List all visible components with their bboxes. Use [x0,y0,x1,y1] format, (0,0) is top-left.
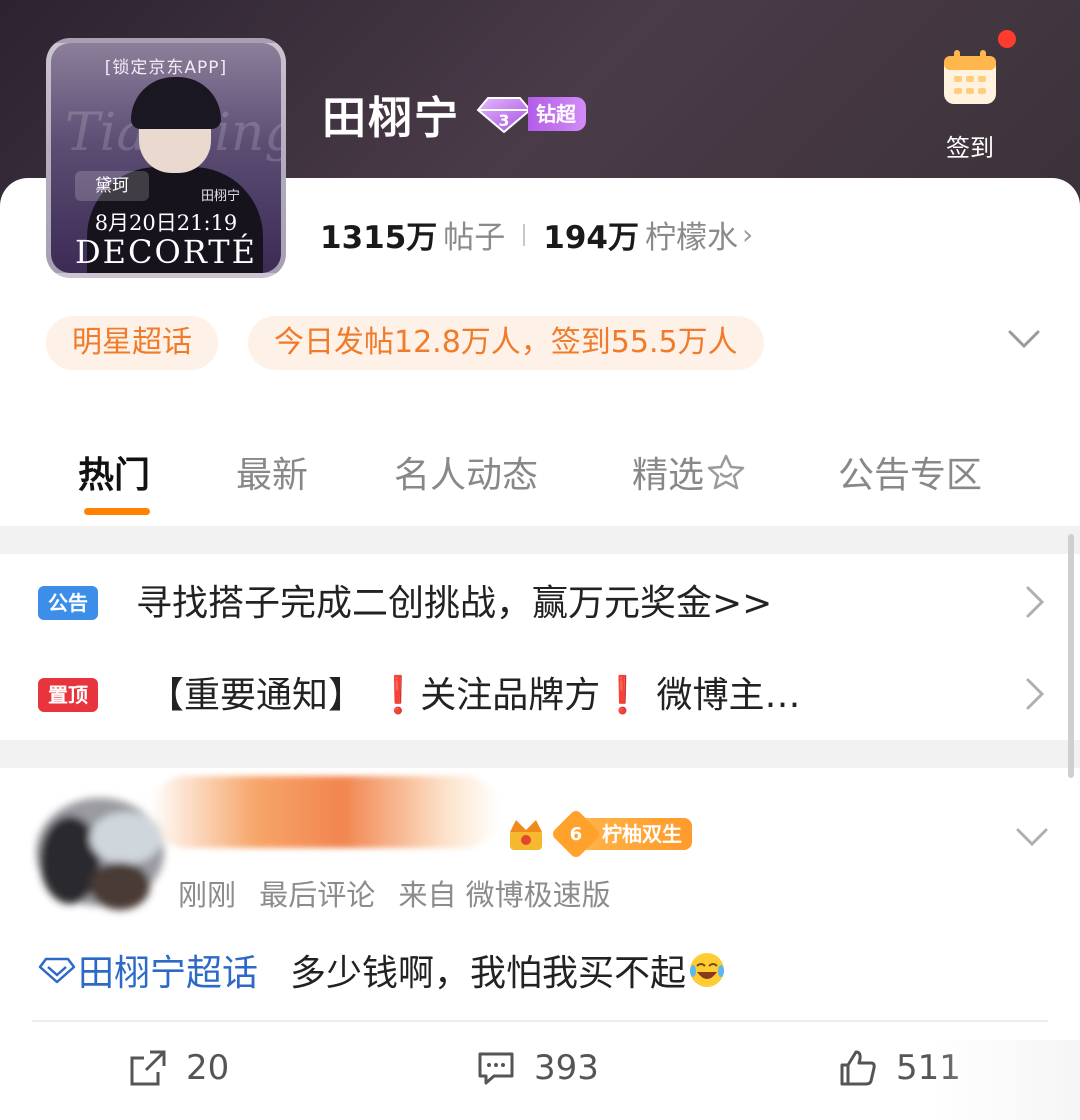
diamond-icon: 3 [476,97,532,134]
sparkle-star-icon [707,454,745,490]
forum-avatar[interactable]: Tianning [锁定京东APP] 黛珂 田栩宁 8月20日21:19 DEC… [46,38,286,278]
crown-badge-icon [510,820,542,850]
calendar-icon [944,50,996,104]
repost-button[interactable]: 20 [128,1048,229,1088]
fan-badge-name: 柠柚双生 [586,818,692,850]
forum-info-pills: 明星超话 今日发帖12.8万人，签到55.5万人 [46,316,794,370]
forum-title: 田栩宁 [322,93,460,144]
laugh-cry-emoji-icon [690,953,725,987]
feed-tabs: 热门 最新 名人动态 精选 公告专区 [0,430,1080,520]
section-divider [0,740,1080,768]
tab-latest[interactable]: 最新 [236,446,308,498]
supertopic-diamond-icon [38,957,76,984]
notice-text: 寻找搭子完成二创挑战，赢万元奖金>> [136,583,773,624]
tab-celebrity-updates[interactable]: 名人动态 [394,446,538,498]
notice-tag: 公告 [38,586,98,620]
comment-button[interactable]: 393 [476,1048,599,1088]
comment-icon [478,1052,514,1085]
notification-dot [998,30,1016,48]
bottom-fade [930,1040,1080,1120]
chevron-down-icon[interactable] [1012,820,1052,856]
svg-text:3: 3 [498,111,509,130]
post-content: 多少钱啊，我怕我买不起 [290,953,687,994]
tab-label: 名人动态 [394,455,539,496]
chevron-right-icon [1026,678,1045,710]
active-tab-indicator [84,508,150,515]
post-body: 田栩宁超话 多少钱啊，我怕我买不起 [38,944,726,996]
post-meta: 刚刚 最后评论 来自 微博极速版 [178,872,625,914]
tab-label: 热门 [78,455,151,496]
activity-pill: 今日发帖12.8万人，签到55.5万人 [248,316,764,370]
post-actions: 20 393 511 [0,1048,1080,1104]
chevron-down-icon[interactable] [1004,322,1044,358]
repost-count: 20 [186,1048,230,1088]
avatar-name-tag: 田栩宁 [201,189,241,204]
fan-level-diamond: 6 [550,808,602,860]
section-divider [0,526,1080,554]
forum-level-label: 钻超 [528,97,586,131]
avatar-brand-tag: 黛珂 [75,171,149,201]
notice-tag: 置顶 [38,678,98,712]
username-obscured[interactable] [150,776,500,848]
comment-count: 393 [534,1048,599,1088]
notice-text: 【重要通知】 ❗关注品牌方❗ 微博主… [148,675,801,716]
chevron-right-icon: › [742,218,754,251]
tab-announcements[interactable]: 公告专区 [838,446,982,498]
category-pill[interactable]: 明星超话 [46,316,218,370]
fans-label: 柠檬水 [645,220,738,256]
checkin-label: 签到 [946,134,994,162]
fan-level-number: 6 [569,823,583,845]
tab-featured[interactable]: 精选 [632,446,746,498]
fans-count: 194万 [543,220,639,256]
avatar-brand-logo: DECORTÉ [75,233,257,271]
stats-divider [523,223,526,246]
notice-announcement[interactable]: 公告 寻找搭子完成二创挑战，赢万元奖金>> [0,554,1080,644]
forum-level-badge[interactable]: 3 钻超 [476,94,586,134]
checkin-button[interactable]: 签到 [920,30,1020,163]
posts-count: 1315万 [320,220,438,256]
post-last-comment: 最后评论 [259,878,376,912]
chevron-right-icon [1026,586,1045,618]
forum-stats[interactable]: 1315万 帖子 194万 柠檬水 › [320,212,753,257]
supertopic-link[interactable]: 田栩宁超话 [78,944,258,996]
tab-label: 精选 [632,455,705,496]
notice-pinned[interactable]: 置顶 【重要通知】 ❗关注品牌方❗ 微博主… [0,646,1080,736]
scrollbar[interactable] [1068,534,1074,778]
avatar-portrait-hair [131,77,221,129]
tab-label: 公告专区 [838,455,983,496]
forum-title-row: 田栩宁 3 钻超 [322,82,586,146]
post-divider [32,1020,1048,1022]
fan-level-badge[interactable]: 6 柠柚双生 [550,808,692,860]
avatar-lock-tag: [锁定京东APP] [104,58,228,78]
post-source: 来自 微博极速版 [398,878,611,912]
tab-hot[interactable]: 热门 [78,446,150,498]
tab-label: 最新 [236,455,309,496]
thumbs-up-icon [840,1050,876,1086]
posts-label: 帖子 [443,220,506,256]
post-time: 刚刚 [178,878,237,912]
repost-icon [130,1050,166,1086]
